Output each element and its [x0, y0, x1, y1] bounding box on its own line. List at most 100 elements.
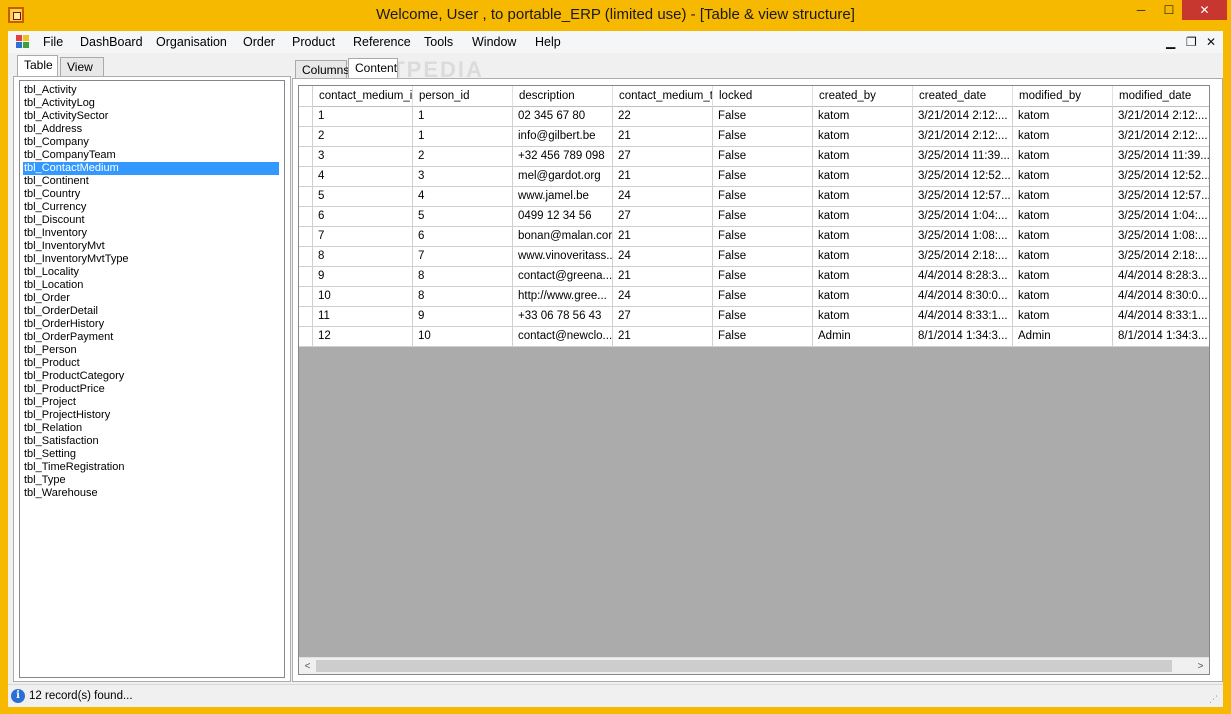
table-cell[interactable]: 27 — [613, 307, 713, 327]
table-list-item[interactable]: tbl_Warehouse — [23, 487, 279, 500]
table-cell[interactable]: 2 — [413, 147, 513, 167]
table-list-item[interactable]: tbl_Satisfaction — [23, 435, 279, 448]
row-header[interactable] — [299, 287, 313, 307]
table-cell[interactable]: 3/25/2014 1:08:... — [913, 227, 1013, 247]
table-list-item[interactable]: tbl_OrderHistory — [23, 318, 279, 331]
table-cell[interactable]: katom — [813, 247, 913, 267]
table-list-item[interactable]: tbl_ProductPrice — [23, 383, 279, 396]
table-cell[interactable]: katom — [1013, 247, 1113, 267]
table-cell[interactable]: 3/25/2014 1:04:... — [913, 207, 1013, 227]
table-cell[interactable]: 3/25/2014 12:52... — [913, 167, 1013, 187]
table-row[interactable]: 4 3 mel@gardot.org 21 False katom 3/25/2014 12… — [299, 167, 1209, 187]
table-list-item[interactable]: tbl_Currency — [23, 201, 279, 214]
table-cell[interactable]: 5 — [413, 207, 513, 227]
mdi-minimize-button[interactable]: ▁ — [1166, 35, 1175, 49]
menu-organisation[interactable]: Organisation — [156, 35, 227, 49]
row-header[interactable] — [299, 307, 313, 327]
table-row[interactable]: 2 1 info@gilbert.be 21 False katom 3/21/2014 2… — [299, 127, 1209, 147]
table-cell[interactable]: katom — [1013, 147, 1113, 167]
table-cell[interactable]: 10 — [313, 287, 413, 307]
table-list-item[interactable]: tbl_CompanyTeam — [23, 149, 279, 162]
table-cell[interactable]: katom — [813, 167, 913, 187]
row-header[interactable] — [299, 267, 313, 287]
table-row[interactable]: 5 4 www.jamel.be 24 False katom 3/25/2014 12:5… — [299, 187, 1209, 207]
tab-content[interactable]: Content — [348, 58, 398, 80]
table-cell[interactable]: 1 — [413, 107, 513, 127]
table-list-item[interactable]: tbl_OrderPayment — [23, 331, 279, 344]
table-cell[interactable]: 9 — [413, 307, 513, 327]
table-cell[interactable]: 21 — [613, 227, 713, 247]
scroll-left-button[interactable]: < — [299, 658, 316, 674]
tab-columns[interactable]: Columns — [295, 60, 349, 80]
table-cell[interactable]: 3/25/2014 1:04:... — [1113, 207, 1209, 227]
table-list-item[interactable]: tbl_Discount — [23, 214, 279, 227]
table-cell[interactable]: False — [713, 167, 813, 187]
table-cell[interactable]: 27 — [613, 147, 713, 167]
tab-table[interactable]: Table — [17, 55, 58, 77]
table-list-item[interactable]: tbl_Setting — [23, 448, 279, 461]
table-cell[interactable]: 3/21/2014 2:12:... — [1113, 107, 1209, 127]
table-cell[interactable]: 8/1/2014 1:34:3... — [1113, 327, 1209, 347]
table-cell[interactable]: katom — [813, 227, 913, 247]
table-cell[interactable]: 3/25/2014 11:39... — [913, 147, 1013, 167]
table-cell[interactable]: 1 — [313, 107, 413, 127]
table-cell[interactable]: False — [713, 247, 813, 267]
table-cell[interactable]: 1 — [413, 127, 513, 147]
table-cell[interactable]: 10 — [413, 327, 513, 347]
table-cell[interactable]: 8 — [413, 267, 513, 287]
table-cell[interactable]: +32 456 789 098 — [513, 147, 613, 167]
table-cell[interactable]: katom — [813, 207, 913, 227]
table-cell[interactable]: 4 — [413, 187, 513, 207]
table-cell[interactable]: 02 345 67 80 — [513, 107, 613, 127]
table-cell[interactable]: 4/4/2014 8:33:1... — [913, 307, 1013, 327]
table-list-item[interactable]: tbl_Order — [23, 292, 279, 305]
mdi-close-button[interactable]: ✕ — [1206, 35, 1216, 49]
table-row[interactable]: 11 9 +33 06 78 56 43 27 False katom 4/4/2014 8… — [299, 307, 1209, 327]
table-cell[interactable]: 21 — [613, 127, 713, 147]
mdi-restore-button[interactable]: ❐ — [1186, 35, 1197, 49]
table-list-item[interactable]: tbl_Relation — [23, 422, 279, 435]
table-list-item[interactable]: tbl_Address — [23, 123, 279, 136]
table-cell[interactable]: 3/25/2014 11:39... — [1113, 147, 1209, 167]
column-header[interactable]: locked — [713, 86, 813, 107]
table-cell[interactable]: www.vinoveritass... — [513, 247, 613, 267]
table-cell[interactable]: 6 — [313, 207, 413, 227]
table-cell[interactable]: 24 — [613, 187, 713, 207]
table-cell[interactable]: 3/21/2014 2:12:... — [913, 127, 1013, 147]
table-cell[interactable]: +33 06 78 56 43 — [513, 307, 613, 327]
table-cell[interactable]: 3/25/2014 1:08:... — [1113, 227, 1209, 247]
table-list-item[interactable]: tbl_InventoryMvtType — [23, 253, 279, 266]
table-cell[interactable]: False — [713, 107, 813, 127]
table-list-item[interactable]: tbl_Activity — [23, 84, 279, 97]
table-cell[interactable]: contact@newclo... — [513, 327, 613, 347]
horizontal-scrollbar[interactable]: < > — [299, 657, 1209, 674]
menu-tools[interactable]: Tools — [424, 35, 453, 49]
table-list-item[interactable]: tbl_Product — [23, 357, 279, 370]
table-cell[interactable]: katom — [1013, 107, 1113, 127]
grid-corner[interactable] — [299, 86, 313, 107]
table-list-item[interactable]: tbl_Type — [23, 474, 279, 487]
table-list-item[interactable]: tbl_Continent — [23, 175, 279, 188]
column-header[interactable]: created_by — [813, 86, 913, 107]
table-cell[interactable]: False — [713, 307, 813, 327]
table-cell[interactable]: False — [713, 267, 813, 287]
table-cell[interactable]: 7 — [413, 247, 513, 267]
table-row[interactable]: 10 8 http://www.gree... 24 False katom 4/4/201… — [299, 287, 1209, 307]
close-button[interactable]: ✕ — [1182, 0, 1227, 20]
table-cell[interactable]: 3/25/2014 12:57... — [1113, 187, 1209, 207]
minimize-button[interactable]: ─ — [1128, 0, 1154, 20]
row-header[interactable] — [299, 167, 313, 187]
table-cell[interactable]: http://www.gree... — [513, 287, 613, 307]
column-header[interactable]: contact_medium_id — [313, 86, 413, 107]
table-cell[interactable]: Admin — [813, 327, 913, 347]
table-cell[interactable]: 8/1/2014 1:34:3... — [913, 327, 1013, 347]
table-list-item[interactable]: tbl_ProjectHistory — [23, 409, 279, 422]
table-cell[interactable]: False — [713, 147, 813, 167]
scroll-right-button[interactable]: > — [1192, 658, 1209, 674]
table-list-item[interactable]: tbl_Country — [23, 188, 279, 201]
resize-grip-icon[interactable]: ⋰ — [1209, 694, 1219, 704]
table-cell[interactable]: False — [713, 127, 813, 147]
menu-file[interactable]: File — [43, 35, 63, 49]
table-cell[interactable]: katom — [1013, 227, 1113, 247]
table-cell[interactable]: 24 — [613, 247, 713, 267]
